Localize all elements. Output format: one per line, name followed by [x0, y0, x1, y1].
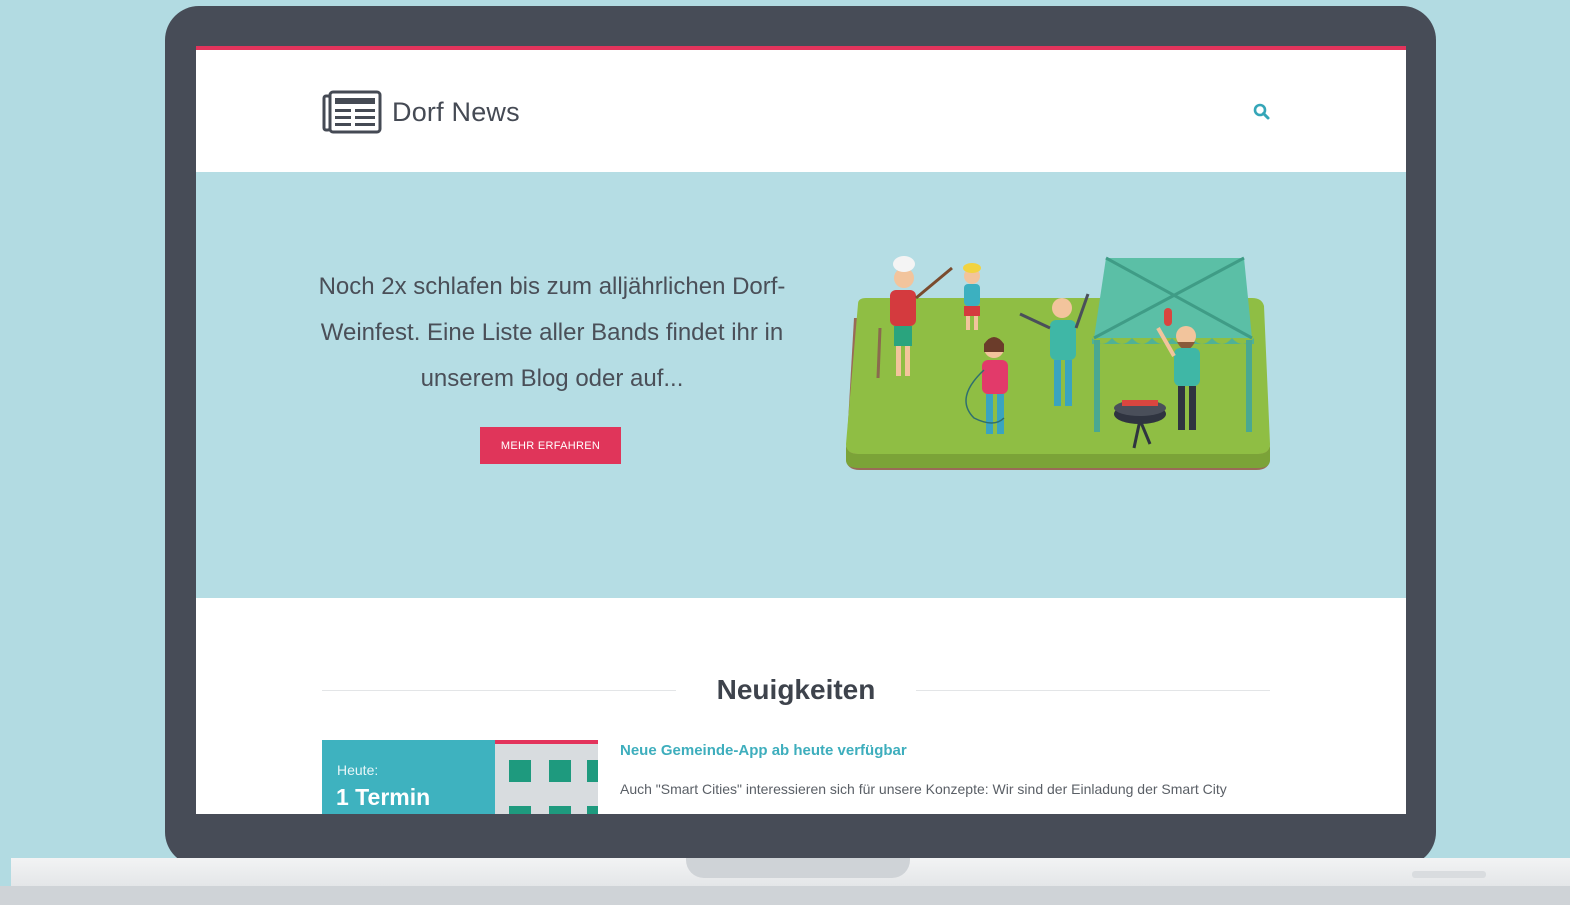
news-article: Neue Gemeinde-App ab heute verfügbar Auc…: [620, 742, 1280, 797]
site-name: Dorf News: [392, 96, 520, 127]
laptop-base-shadow: [0, 886, 1570, 905]
search-icon: [1253, 103, 1270, 120]
village-festival-illustration: [846, 256, 1270, 470]
newspaper-icon: [322, 90, 382, 134]
event-card[interactable]: Heute: 1 Termin: [322, 740, 598, 814]
hero-text: Noch 2x schlafen bis zum alljährlichen D…: [318, 273, 786, 392]
news-heading: Neuigkeiten: [716, 674, 876, 705]
site-logo[interactable]: Dorf News: [322, 90, 520, 134]
building-roof: [495, 740, 598, 744]
building-window: [509, 806, 531, 814]
building-window: [587, 760, 598, 782]
mehr-erfahren-button[interactable]: MEHR ERFAHREN: [480, 427, 621, 464]
article-excerpt: Auch "Smart Cities" interessieren sich f…: [620, 781, 1227, 797]
article-title-link[interactable]: Neue Gemeinde-App ab heute verfügbar: [620, 742, 1280, 759]
event-card-info: Heute: 1 Termin: [322, 740, 495, 814]
browser-screen: Dorf News Noch 2x schlafen bis zum alljä…: [196, 46, 1406, 814]
laptop-slot: [1412, 871, 1486, 878]
laptop-notch: [686, 858, 910, 878]
site-header: Dorf News: [196, 50, 1406, 172]
event-label: Heute:: [337, 762, 379, 778]
building-window: [509, 760, 531, 782]
building-window: [549, 806, 571, 814]
building-window: [587, 806, 598, 814]
building-window: [549, 760, 571, 782]
building-image: [495, 740, 598, 814]
hero-section: Noch 2x schlafen bis zum alljährlichen D…: [196, 172, 1406, 598]
search-button[interactable]: [1252, 102, 1272, 122]
news-heading-row: Neuigkeiten: [322, 674, 1270, 714]
event-count: 1 Termin: [336, 784, 431, 810]
